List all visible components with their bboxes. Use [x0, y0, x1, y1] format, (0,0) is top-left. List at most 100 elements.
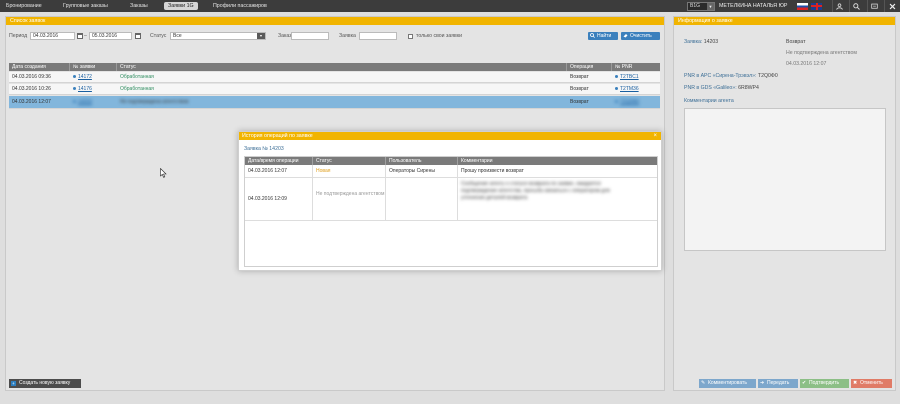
order-input[interactable] — [291, 32, 329, 40]
request-number-link[interactable]: 14172 — [78, 74, 92, 80]
bullet-icon — [73, 75, 76, 79]
agent-comment-label: Комментарии агента — [684, 98, 734, 104]
check-icon: ✔ — [802, 380, 807, 386]
english-flag-icon[interactable] — [811, 2, 822, 10]
request-info-title: Информация о заявке — [674, 17, 895, 25]
row-status: Обработанная — [120, 74, 154, 80]
request-input[interactable] — [359, 32, 397, 40]
table-row-selected[interactable]: 04.03.2016 12:07 14203 Не подтверждена а… — [9, 96, 660, 109]
bullet-icon — [615, 100, 618, 104]
agency-select[interactable]: B1G ▼ — [687, 1, 715, 11]
forward-button[interactable]: ➜ Передать — [758, 379, 798, 388]
close-icon[interactable] — [884, 0, 900, 12]
column-date[interactable]: Дата создания — [9, 63, 70, 71]
column-status[interactable]: Статус — [117, 63, 567, 71]
history-row-status: Новая — [313, 165, 386, 177]
column-comments: Комментарии — [458, 157, 657, 165]
info-pnr-apc: PNR в АРС «Сирена-Трэвэл»: T2Q0Ф0 — [684, 73, 778, 79]
agent-comment-box[interactable] — [684, 108, 886, 251]
request-number-link[interactable]: 14176 — [78, 86, 92, 92]
find-button[interactable]: Найти — [588, 32, 618, 40]
info-status: Не подтверждена агентством — [786, 50, 857, 56]
bullet-icon — [73, 87, 76, 91]
eraser-icon — [623, 33, 628, 40]
forward-icon: ➜ — [760, 380, 765, 386]
pencil-icon: ✎ — [701, 380, 706, 386]
table-row[interactable]: 04.03.2016 10:26 14176 Обработанная Возв… — [9, 84, 660, 95]
history-row-user: Операторы Сирены — [386, 165, 458, 177]
bullet-icon — [73, 100, 76, 104]
top-navigation-bar: Бронирование Групповые заказы Заказы Зая… — [0, 0, 900, 12]
table-row[interactable]: 04.03.2016 09:36 14172 Обработанная Возв… — [9, 72, 660, 83]
tab-requests-1g[interactable]: Заявки 1G — [164, 2, 198, 10]
history-modal-subtitle: Заявка № 14203 — [244, 146, 284, 152]
info-operation: Возврат — [786, 39, 806, 45]
tab-group-orders[interactable]: Групповые заказы — [63, 2, 108, 10]
mouse-cursor-icon — [160, 168, 167, 178]
order-label: Заказ — [278, 33, 292, 39]
bullet-icon — [615, 87, 618, 91]
agency-value: B1G — [690, 2, 701, 9]
row-pnr-cell: T2TBC1 — [612, 72, 660, 83]
column-pnr[interactable]: № PNR — [612, 63, 660, 71]
tab-booking[interactable]: Бронирование — [6, 2, 42, 10]
pnr-link[interactable]: T2TM36 — [620, 86, 639, 92]
history-table: Дата/время операции Статус Пользователь … — [244, 156, 658, 267]
confirm-button[interactable]: ✔ Подтвердить — [800, 379, 849, 388]
row-number-cell: 14203 — [70, 96, 117, 109]
column-datetime: Дата/время операции — [245, 157, 313, 165]
tab-passenger-profiles[interactable]: Профили пассажиров — [213, 2, 267, 10]
pnr-link[interactable]: T2TBC1 — [620, 74, 639, 80]
row-operation: Возврат — [570, 86, 589, 92]
bullet-icon — [615, 75, 618, 79]
only-mine-checkbox[interactable] — [408, 33, 413, 39]
info-request-label: Заявка: 14203 — [684, 39, 719, 45]
russian-flag-icon[interactable] — [797, 2, 808, 10]
search-icon — [590, 33, 595, 40]
column-request-number[interactable]: № заявки — [70, 63, 117, 71]
date-to-input[interactable] — [89, 32, 132, 40]
column-operation[interactable]: Операция — [567, 63, 612, 71]
info-pnr-gds: PNR в GDS «Galileo»: 6R8WP4 — [684, 85, 759, 91]
message-icon[interactable] — [867, 0, 881, 12]
row-pnr-cell: T2Q0Ф0 — [612, 96, 660, 109]
new-request-button[interactable]: + Создать новую заявку — [9, 379, 81, 388]
row-divider — [245, 220, 657, 221]
row-operation: Возврат — [570, 99, 589, 105]
row-pnr-cell: T2TM36 — [612, 84, 660, 95]
row-number-cell: 14172 — [70, 72, 117, 83]
history-modal-title: История операций по заявке × — [239, 132, 661, 140]
status-select[interactable]: Все ▼ — [170, 32, 266, 40]
info-datetime: 04.03.2016 12:07 — [786, 61, 827, 67]
column-user: Пользователь — [386, 157, 458, 165]
chevron-down-icon: ▼ — [257, 33, 265, 39]
pnr-link[interactable]: T2Q0Ф0 — [620, 99, 639, 105]
cancel-icon: ✖ — [853, 380, 858, 386]
close-icon[interactable]: × — [653, 132, 657, 140]
calendar-icon[interactable] — [77, 33, 83, 39]
history-row-datetime: 04.03.2016 12:07 — [245, 165, 313, 177]
comment-button[interactable]: ✎ Комментировать — [699, 379, 756, 388]
clear-button[interactable]: Очистить — [621, 32, 660, 40]
request-list-title: Список заявок — [6, 17, 664, 25]
column-status: Статус — [313, 157, 386, 165]
date-from-input[interactable] — [30, 32, 75, 40]
tab-orders[interactable]: Заказы — [130, 2, 148, 10]
user-icon[interactable] — [832, 0, 846, 12]
row-date: 04.03.2016 12:07 — [12, 99, 51, 105]
history-row-user — [386, 178, 458, 220]
search-icon[interactable] — [849, 0, 863, 12]
status-label: Статус — [150, 33, 167, 39]
plus-icon: + — [11, 380, 16, 386]
requests-table-header: Дата создания № заявки Статус Операция №… — [9, 63, 660, 71]
date-separator: – — [84, 33, 87, 39]
cancel-button[interactable]: ✖ Отменить — [851, 379, 892, 388]
request-number-link[interactable]: 14203 — [78, 99, 92, 105]
history-row-comment: Сообщение агенту о статусе возврата по з… — [461, 181, 610, 201]
row-date: 04.03.2016 10:26 — [12, 86, 51, 92]
history-row-status: Не подтверждена агентством — [313, 178, 386, 220]
user-name[interactable]: МЕТЕЛКИНА НАТАЛЬЯ ЮР — [719, 2, 787, 10]
calendar-icon[interactable] — [135, 33, 141, 39]
row-date: 04.03.2016 09:36 — [12, 74, 51, 80]
history-modal: История операций по заявке × Заявка № 14… — [238, 131, 662, 271]
